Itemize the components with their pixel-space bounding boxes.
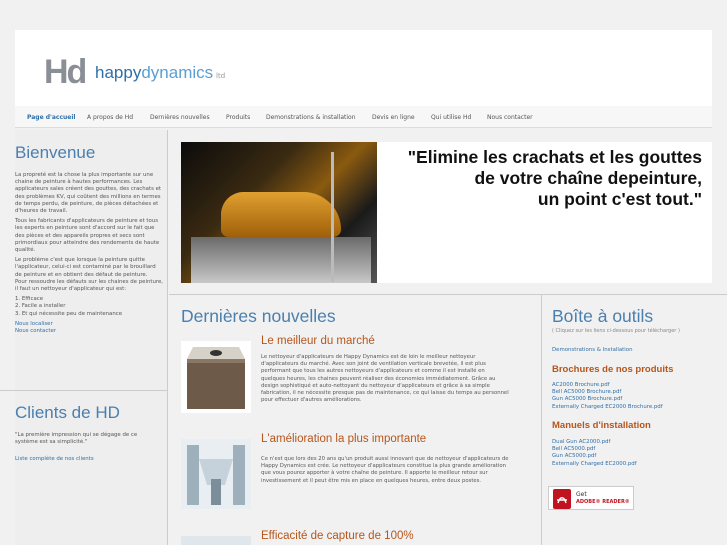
nav-home[interactable]: Page d'accueil [27, 114, 76, 121]
manual-list: Dual Gun AC2000.pdf Bell AC5000.pdf Gun … [552, 439, 637, 468]
locate-us-link[interactable]: Nous localiser [15, 321, 163, 328]
car-floor-shape [191, 237, 371, 283]
cleaner-box-image [183, 343, 249, 411]
demo-install-link[interactable]: Demonstrations & Installation [552, 347, 633, 354]
logo-word-happy: happy [95, 63, 142, 82]
logo-mark[interactable]: Hd [44, 53, 87, 92]
car-pillar-shape [331, 152, 334, 282]
brochure-link[interactable]: AC2000 Brochure.pdf [552, 382, 663, 389]
welcome-body: La propreté est la chose la plus importa… [15, 172, 163, 335]
main-nav: Page d'accueil A propos de Hd Dernières … [15, 106, 712, 128]
get-adobe-reader-button[interactable]: Get ADOBE® READER® [548, 486, 634, 510]
banner-slogan-line-2: de votre chaîne depeinture, [474, 168, 702, 188]
nav-customers[interactable]: Qui utilise Hd [431, 114, 471, 121]
news-thumb-nozzle[interactable] [181, 439, 251, 509]
banner-slogan-line-3: un point c'est tout." [537, 189, 702, 209]
adobe-reader-label: ADOBE® READER® [576, 499, 630, 505]
news-title: Dernières nouvelles [181, 306, 336, 326]
manual-link[interactable]: Dual Gun AC2000.pdf [552, 439, 637, 446]
nav-products[interactable]: Produits [226, 114, 250, 121]
toolbox-title: Boîte à outils [552, 306, 654, 326]
left-divider [0, 390, 168, 391]
welcome-paragraph-3: Le problème c'est que lorsque la peintur… [15, 257, 156, 278]
nozzle-image [181, 439, 251, 509]
welcome-paragraph-4: Pour ressoudre les défauts sur les chain… [15, 278, 164, 293]
manuals-heading: Manuels d'installation [552, 420, 651, 431]
adobe-pdf-icon [553, 489, 571, 509]
manual-link[interactable]: Externally Charged EC2000.pdf [552, 461, 637, 468]
banner-slogan: "Elimine les crachats et les gouttes de … [408, 147, 702, 210]
clients-title: Clients de HD [15, 403, 120, 422]
welcome-list-item: 3. Et qui nécessite peu de maintenance [15, 310, 123, 317]
welcome-list-item: 2. Facile a installer [15, 303, 66, 310]
logo-suffix: ltd [216, 72, 226, 80]
banner-slogan-line-1: "Elimine les crachats et les gouttes [407, 147, 702, 167]
news-item-title[interactable]: Le meilleur du marché [261, 335, 375, 347]
brochure-list: AC2000 Brochure.pdf Bell AC5000 Brochure… [552, 382, 663, 411]
brochure-link[interactable]: Gun AC5000 Brochure.pdf [552, 396, 663, 403]
site-header: Hd happydynamics ltd [15, 30, 712, 106]
manual-link[interactable]: Bell AC5000.pdf [552, 446, 637, 453]
nav-contact[interactable]: Nous contacter [487, 114, 533, 121]
content-divider [169, 294, 727, 295]
news-item-title[interactable]: Efficacité de capture de 100% [261, 530, 414, 542]
brochures-heading: Brochures de nos produits [552, 364, 674, 375]
contact-us-link[interactable]: Nous contacter [15, 328, 163, 335]
logo-wordmark[interactable]: happydynamics [95, 63, 213, 83]
brochure-link[interactable]: Externally Charged EC2000 Brochure.pdf [552, 404, 663, 411]
news-item-text: Le nettoyeur d'applicateurs de Happy Dyn… [261, 354, 509, 404]
news-thumb-capture[interactable] [181, 536, 251, 545]
welcome-title: Bienvenue [15, 143, 96, 162]
manual-link[interactable]: Gun AC5000.pdf [552, 453, 637, 460]
welcome-paragraph-1: La propreté est la chose la plus importa… [15, 172, 162, 215]
welcome-list-item: 1. Efficace [15, 296, 44, 303]
news-item-title[interactable]: L'amélioration la plus importante [261, 433, 426, 445]
brochure-link[interactable]: Bell AC5000 Brochure.pdf [552, 389, 663, 396]
nav-news[interactable]: Dernières nouvelles [150, 114, 210, 121]
clients-list-link[interactable]: Liste complète de nos clients [15, 456, 94, 463]
nav-quote[interactable]: Devis en ligne [372, 114, 415, 121]
welcome-paragraph-2: Tous les fabricants d'applicateurs de pe… [15, 218, 160, 254]
clients-quote: "La première impression qui se dégage de… [15, 432, 138, 446]
nav-demonstrations[interactable]: Demonstrations & installation [266, 114, 356, 121]
nav-about[interactable]: A propos de Hd [87, 114, 133, 121]
left-column: Bienvenue La propreté est la chose la pl… [0, 130, 168, 545]
news-thumb-box[interactable] [181, 341, 251, 413]
logo-word-dynamics: dynamics [141, 63, 214, 82]
toolbox-hint: ( Cliquez sur les liens ci-dessous pour … [552, 328, 680, 334]
hero-banner: "Elimine les crachats et les gouttes de … [181, 142, 712, 283]
car-spray-photo [181, 142, 377, 283]
adobe-get-label: Get [576, 491, 587, 498]
news-item-text: Ce n'est que lors des 20 ans qu'un produ… [261, 456, 509, 484]
car-body-shape [221, 192, 341, 237]
column-divider [541, 295, 542, 545]
